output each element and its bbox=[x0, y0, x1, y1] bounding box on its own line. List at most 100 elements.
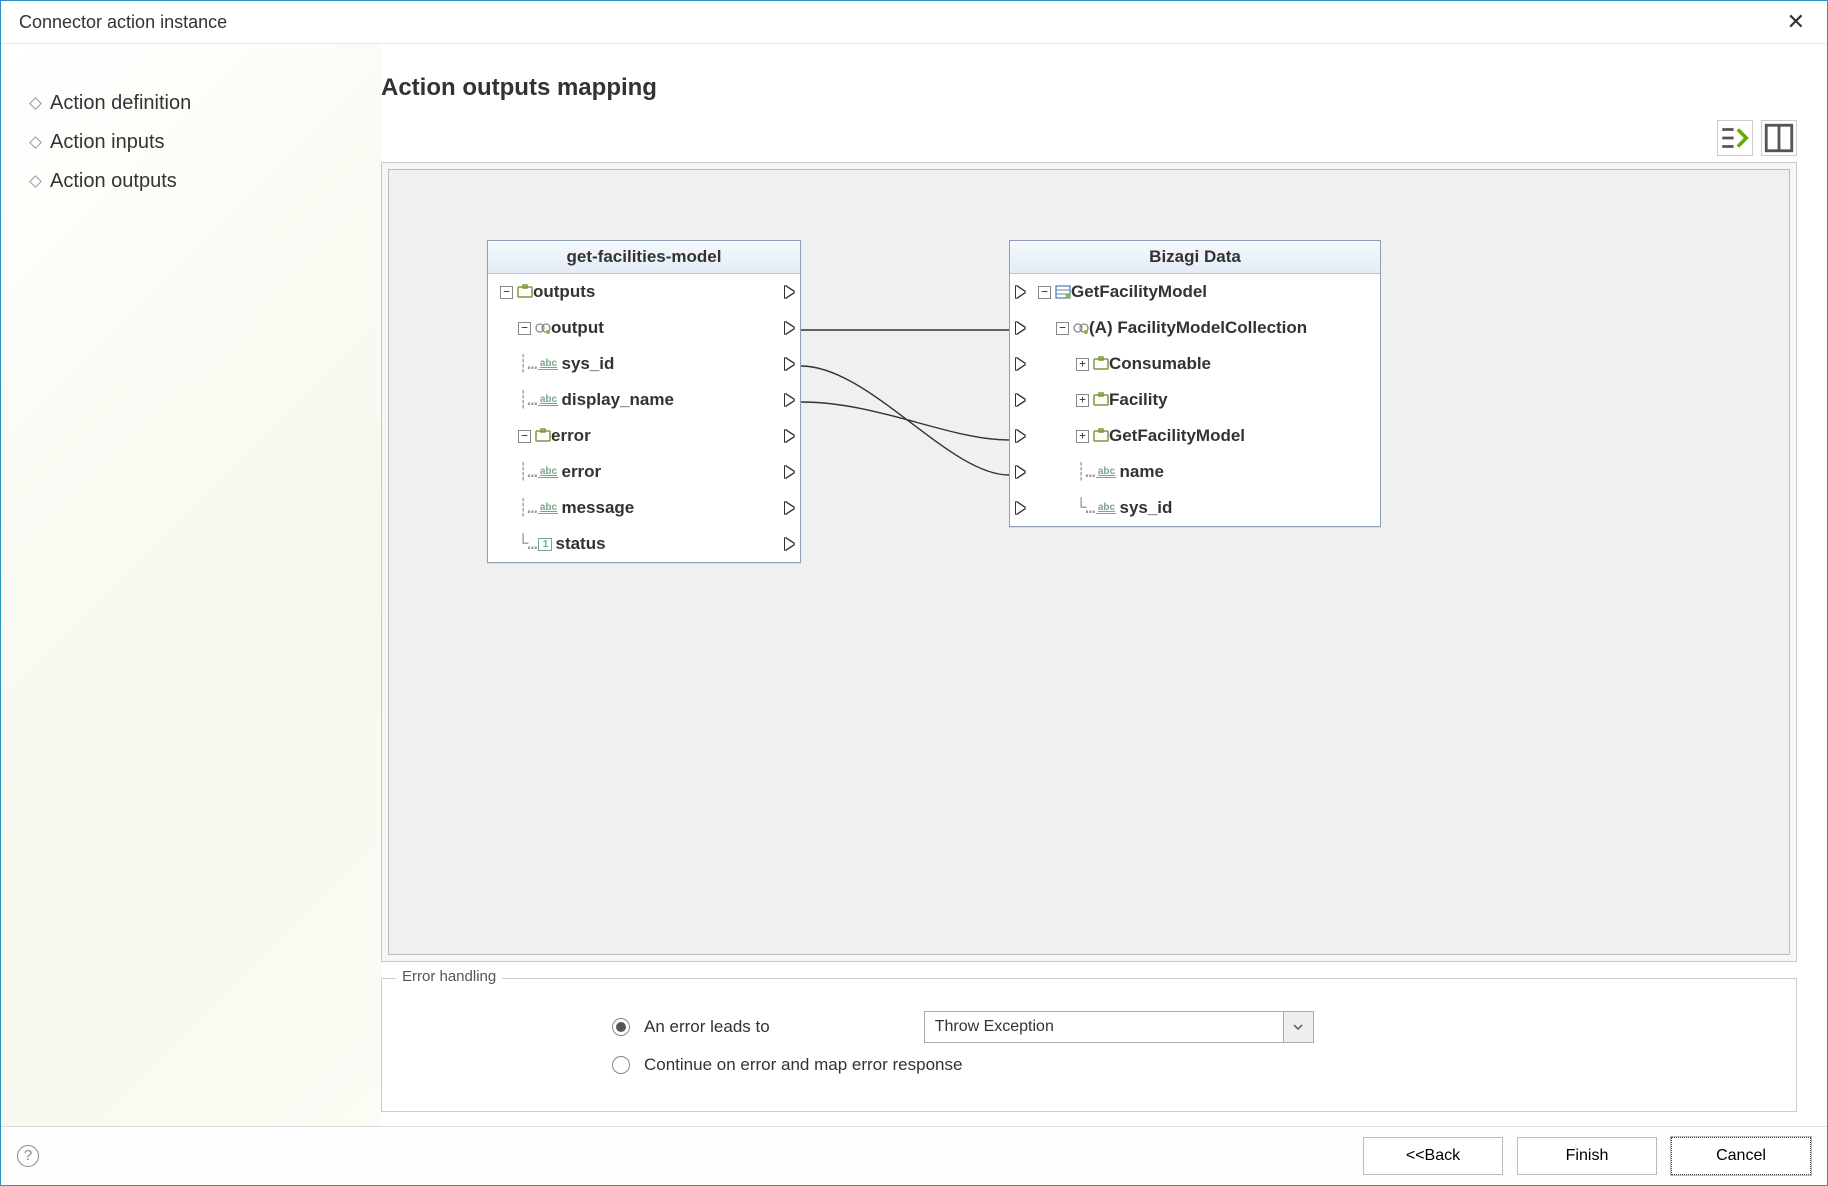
diamond-icon bbox=[29, 136, 42, 149]
string-icon: abc bbox=[538, 358, 558, 370]
object-icon bbox=[1093, 392, 1109, 408]
tree-label: (A) FacilityModelCollection bbox=[1089, 318, 1307, 338]
output-port-icon[interactable] bbox=[785, 358, 794, 370]
input-port-icon[interactable] bbox=[1016, 466, 1025, 478]
source-panel[interactable]: get-facilities-model − outputs − output bbox=[487, 240, 801, 563]
collapse-icon[interactable]: − bbox=[500, 286, 513, 299]
sidebar-item-label: Action definition bbox=[50, 92, 191, 115]
tree-row-message[interactable]: ┊… abc message bbox=[488, 490, 800, 526]
radio-selected-icon[interactable] bbox=[612, 1018, 630, 1036]
output-port-icon[interactable] bbox=[785, 466, 794, 478]
tree-label: display_name bbox=[561, 390, 673, 410]
tree-label: status bbox=[555, 534, 605, 554]
input-port-icon[interactable] bbox=[1016, 430, 1025, 442]
page-title: Action outputs mapping bbox=[381, 74, 1797, 102]
mapping-canvas-wrap: get-facilities-model − outputs − output bbox=[381, 162, 1797, 962]
cancel-button[interactable]: Cancel bbox=[1671, 1137, 1811, 1175]
error-option-throw[interactable]: An error leads to Throw Exception bbox=[612, 1011, 1766, 1043]
sidebar: Action definition Action inputs Action o… bbox=[1, 44, 381, 1126]
object-icon bbox=[1093, 428, 1109, 444]
output-port-icon[interactable] bbox=[785, 502, 794, 514]
tree-row-getfacilitymodel[interactable]: − GetFacilityModel bbox=[1010, 274, 1380, 310]
mapping-canvas[interactable]: get-facilities-model − outputs − output bbox=[388, 169, 1790, 955]
main-content: Action outputs mapping get-facilities-mo… bbox=[381, 44, 1827, 1126]
tree-label: name bbox=[1119, 462, 1163, 482]
tree-row-getfacilitymodel2[interactable]: + GetFacilityModel bbox=[1010, 418, 1380, 454]
tree-row-consumable[interactable]: + Consumable bbox=[1010, 346, 1380, 382]
collection-icon bbox=[1073, 320, 1089, 336]
collapse-icon[interactable]: − bbox=[518, 430, 531, 443]
error-action-select[interactable]: Throw Exception bbox=[924, 1011, 1314, 1043]
tree-label: output bbox=[551, 318, 604, 338]
tree-row-collection[interactable]: − (A) FacilityModelCollection bbox=[1010, 310, 1380, 346]
entity-icon bbox=[1055, 284, 1071, 300]
expand-icon[interactable]: + bbox=[1076, 358, 1089, 371]
expand-icon[interactable]: + bbox=[1076, 394, 1089, 407]
tree-row-sysid2[interactable]: └… abc sys_id bbox=[1010, 490, 1380, 526]
input-port-icon[interactable] bbox=[1016, 502, 1025, 514]
sidebar-item-action-definition[interactable]: Action definition bbox=[21, 84, 361, 123]
target-panel[interactable]: Bizagi Data − GetFacilityModel − (A) Fa bbox=[1009, 240, 1381, 527]
tree-row-outputs[interactable]: − outputs bbox=[488, 274, 800, 310]
sidebar-item-action-outputs[interactable]: Action outputs bbox=[21, 162, 361, 201]
radio-unselected-icon[interactable] bbox=[612, 1056, 630, 1074]
tree-label: GetFacilityModel bbox=[1109, 426, 1245, 446]
error-option-continue[interactable]: Continue on error and map error response bbox=[612, 1055, 1766, 1075]
radio-label: Continue on error and map error response bbox=[644, 1055, 962, 1075]
collapse-icon[interactable]: − bbox=[518, 322, 531, 335]
object-icon bbox=[1093, 356, 1109, 372]
tree-label: Facility bbox=[1109, 390, 1168, 410]
expand-icon[interactable]: + bbox=[1076, 430, 1089, 443]
tree-row-status[interactable]: └… 1 status bbox=[488, 526, 800, 562]
back-button[interactable]: <<Back bbox=[1363, 1137, 1503, 1175]
string-icon: abc bbox=[1096, 502, 1116, 514]
tree-row-sys-id[interactable]: ┊… abc sys_id bbox=[488, 346, 800, 382]
output-port-icon[interactable] bbox=[785, 394, 794, 406]
input-port-icon[interactable] bbox=[1016, 358, 1025, 370]
dialog-footer: ? <<Back Finish Cancel bbox=[1, 1126, 1827, 1185]
tree-label: Consumable bbox=[1109, 354, 1211, 374]
tree-row-name[interactable]: ┊… abc name bbox=[1010, 454, 1380, 490]
collection-icon bbox=[535, 320, 551, 336]
input-port-icon[interactable] bbox=[1016, 394, 1025, 406]
tree-guide: └… bbox=[1076, 498, 1094, 518]
output-port-icon[interactable] bbox=[785, 538, 794, 550]
sidebar-item-action-inputs[interactable]: Action inputs bbox=[21, 123, 361, 162]
tree-guide: └… bbox=[518, 534, 536, 554]
help-icon[interactable]: ? bbox=[17, 1145, 39, 1167]
output-port-icon[interactable] bbox=[785, 430, 794, 442]
tree-label: message bbox=[561, 498, 634, 518]
tree-row-error-obj[interactable]: − error bbox=[488, 418, 800, 454]
tree-label: sys_id bbox=[561, 354, 614, 374]
tree-row-facility[interactable]: + Facility bbox=[1010, 382, 1380, 418]
diamond-icon bbox=[29, 97, 42, 110]
input-port-icon[interactable] bbox=[1016, 322, 1025, 334]
tree-label: outputs bbox=[533, 282, 595, 302]
finish-button[interactable]: Finish bbox=[1517, 1137, 1657, 1175]
tree-guide: ┊… bbox=[1076, 462, 1094, 482]
tree-guide: ┊… bbox=[518, 354, 536, 374]
sidebar-item-label: Action outputs bbox=[50, 170, 177, 193]
string-icon: abc bbox=[538, 394, 558, 406]
tree-label: error bbox=[551, 426, 591, 446]
tree-row-display-name[interactable]: ┊… abc display_name bbox=[488, 382, 800, 418]
source-panel-title: get-facilities-model bbox=[488, 241, 800, 274]
chevron-down-icon[interactable] bbox=[1283, 1012, 1313, 1042]
object-icon bbox=[517, 284, 533, 300]
tree-row-output[interactable]: − output bbox=[488, 310, 800, 346]
output-port-icon[interactable] bbox=[785, 322, 794, 334]
layout-button[interactable] bbox=[1761, 120, 1797, 156]
tree-row-error[interactable]: ┊… abc error bbox=[488, 454, 800, 490]
radio-label: An error leads to bbox=[644, 1017, 770, 1037]
sidebar-item-label: Action inputs bbox=[50, 131, 165, 154]
string-icon: abc bbox=[1096, 466, 1116, 478]
auto-map-button[interactable] bbox=[1717, 120, 1753, 156]
titlebar: Connector action instance ✕ bbox=[1, 1, 1827, 44]
close-icon[interactable]: ✕ bbox=[1779, 7, 1813, 37]
object-icon bbox=[535, 428, 551, 444]
input-port-icon[interactable] bbox=[1016, 286, 1025, 298]
output-port-icon[interactable] bbox=[785, 286, 794, 298]
dialog-body: Action definition Action inputs Action o… bbox=[1, 44, 1827, 1126]
collapse-icon[interactable]: − bbox=[1056, 322, 1069, 335]
collapse-icon[interactable]: − bbox=[1038, 286, 1051, 299]
